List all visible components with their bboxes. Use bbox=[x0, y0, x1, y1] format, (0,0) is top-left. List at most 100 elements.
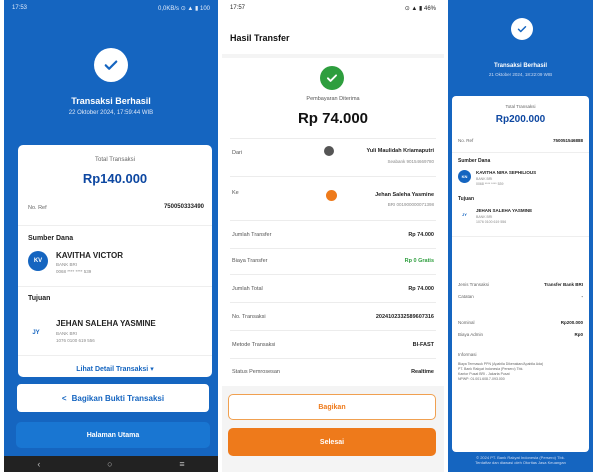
destination-avatar: JY bbox=[458, 208, 471, 221]
row-value: Transfer Bank BRI bbox=[543, 282, 583, 287]
divider bbox=[230, 248, 436, 249]
sender-bank: Seabank 90154669780 bbox=[387, 159, 434, 164]
row-label: Status Pemrosesan bbox=[232, 369, 280, 375]
divider bbox=[230, 358, 436, 359]
recipient-name: Jehan Saleha Yasmine bbox=[375, 192, 434, 198]
source-account: 0068 **** **** 539 bbox=[56, 269, 92, 274]
share-button[interactable]: Bagikan bbox=[228, 394, 436, 420]
status-bar: 17:57 ⊙ ▲ ▮ 46% bbox=[222, 0, 444, 16]
row-label: Metode Transaksi bbox=[232, 342, 276, 348]
destination-name: JEHAN SALEHA YASMINE bbox=[56, 319, 156, 328]
total-amount: Rp200.000 bbox=[495, 114, 546, 125]
row-value: Rp 74.000 bbox=[408, 286, 434, 292]
row-value: Rp 0 Gratis bbox=[404, 258, 434, 264]
divider bbox=[230, 220, 436, 221]
divider bbox=[230, 302, 436, 303]
source-avatar: KN bbox=[458, 170, 471, 183]
ref-value: 750050333490 bbox=[163, 204, 204, 210]
divider bbox=[18, 355, 212, 356]
ref-label: No. Ref bbox=[458, 138, 474, 143]
source-section-title: Sumber Dana bbox=[458, 158, 491, 164]
info-text: Biaya Termasuk PPN (Apabila Dikenakan/Ap… bbox=[458, 362, 544, 381]
source-name: KAVITHA VICTOR bbox=[56, 251, 123, 260]
view-detail-link[interactable]: Lihat Detail Transaksi ▾ bbox=[18, 365, 212, 373]
row-label: Jumlah Transfer bbox=[232, 232, 272, 238]
status-time: 17:57 bbox=[230, 5, 246, 11]
row-label: Biaya Admin bbox=[458, 332, 484, 337]
home-button[interactable]: Halaman Utama bbox=[16, 422, 210, 448]
source-avatar: KV bbox=[28, 251, 48, 271]
divider bbox=[18, 286, 212, 287]
row-label: No. Transaksi bbox=[232, 314, 266, 320]
destination-bank: BANK BRI bbox=[56, 331, 78, 336]
source-bank: BANK BRI bbox=[476, 177, 493, 181]
transfer-result-screen: 17:57 ⊙ ▲ ▮ 46% Hasil Transfer Pembayara… bbox=[222, 0, 444, 472]
share-icon: < bbox=[61, 393, 67, 403]
row-label: Jenis Transaksi bbox=[458, 282, 490, 287]
divider bbox=[230, 274, 436, 275]
status-bar: 17:53 0,0KB/s ⊙ ▲ ▮ 100 bbox=[4, 0, 218, 16]
ref-value: 750051546888 bbox=[552, 138, 583, 143]
source-account: 0068 **** **** 539 bbox=[476, 182, 504, 186]
share-receipt-label: Bagikan Bukti Transaksi bbox=[71, 393, 165, 403]
to-label: Ke bbox=[232, 190, 239, 196]
transaction-success-screen-1: 17:53 0,0KB/s ⊙ ▲ ▮ 100 Transaksi Berhas… bbox=[4, 0, 218, 472]
divider bbox=[230, 138, 436, 139]
divider bbox=[452, 236, 589, 237]
success-check-icon bbox=[320, 66, 344, 90]
row-value: Rp200.000 bbox=[560, 320, 583, 325]
from-label: Dari bbox=[232, 150, 243, 156]
success-check-icon bbox=[94, 48, 128, 82]
destination-avatar: JY bbox=[26, 323, 46, 343]
sender-name: Yuli Maulidah Kriamaputri bbox=[366, 148, 434, 154]
row-value: Rp 74.000 bbox=[408, 232, 434, 238]
transfer-detail-card: Pembayaran Diterima Rp 74.000 Dari Yuli … bbox=[222, 58, 444, 386]
sender-avatar-icon bbox=[324, 146, 334, 156]
recents-icon[interactable]: ≡ bbox=[179, 459, 184, 469]
destination-bank: BANK BRI bbox=[476, 215, 493, 219]
page-title: Transaksi Berhasil bbox=[493, 63, 548, 69]
total-amount: Rp140.000 bbox=[82, 171, 148, 186]
destination-account: 1076 0100 619 556 bbox=[56, 338, 95, 343]
share-receipt-button[interactable]: < Bagikan Bukti Transaksi bbox=[16, 383, 210, 413]
row-value[interactable]: 2024102332589607316 bbox=[376, 314, 434, 320]
transaction-date: 21 Oktober 2024, 18:22:09 WIB bbox=[488, 72, 553, 77]
destination-account: 1076 0100 619 556 bbox=[476, 220, 507, 224]
destination-section-title: Tujuan bbox=[28, 295, 51, 302]
home-icon[interactable]: ○ bbox=[107, 459, 112, 469]
divider bbox=[18, 225, 212, 226]
destination-name: JEHAN SALEHA YASMINE bbox=[476, 208, 533, 213]
transaction-date: 22 Oktober 2024, 17:59:44 WIB bbox=[68, 110, 154, 116]
info-title: Informasi bbox=[458, 352, 477, 357]
recipient-account: BRI 001900000071398 bbox=[387, 202, 434, 207]
page-title: Hasil Transfer bbox=[222, 16, 444, 54]
row-label: Nominal bbox=[458, 320, 475, 325]
page-title: Transaksi Berhasil bbox=[71, 96, 151, 106]
footer-text: © 2024 PT. Bank Rakyat Indonesia (Perser… bbox=[475, 455, 566, 465]
ref-label: No. Ref bbox=[28, 205, 47, 211]
row-label: Biaya Transfer bbox=[232, 258, 268, 264]
destination-section-title: Tujuan bbox=[458, 196, 475, 202]
row-value: Rp0 bbox=[574, 332, 583, 337]
status-time: 17:53 bbox=[12, 5, 28, 11]
row-value: - bbox=[581, 294, 584, 299]
total-label: Total Transaksi bbox=[505, 104, 536, 109]
source-section-title: Sumber Dana bbox=[28, 235, 74, 242]
row-label: Jumlah Total bbox=[232, 286, 263, 292]
source-name: KAVITHA NIRA SEPHILIOUS bbox=[476, 170, 537, 175]
divider bbox=[452, 152, 589, 153]
receipt-card: Total Transaksi Rp200.000 No. Ref 750051… bbox=[452, 96, 589, 452]
status-icons: 0,0KB/s ⊙ ▲ ▮ 100 bbox=[158, 5, 210, 12]
divider bbox=[230, 330, 436, 331]
system-navbar: ‹ ○ ≡ bbox=[4, 456, 218, 472]
done-button[interactable]: Selesai bbox=[228, 428, 436, 456]
row-label: Catatan bbox=[458, 294, 474, 299]
row-value: BI-FAST bbox=[412, 342, 434, 348]
receipt-card: Total Transaksi Rp140.000 No. Ref 750050… bbox=[18, 145, 212, 377]
row-value: Realtime bbox=[411, 369, 434, 375]
back-icon[interactable]: ‹ bbox=[37, 459, 40, 469]
payment-status: Pembayaran Diterima bbox=[306, 96, 360, 102]
status-icons: ⊙ ▲ ▮ 46% bbox=[404, 5, 436, 12]
divider bbox=[230, 176, 436, 177]
source-bank: BANK BRI bbox=[56, 262, 78, 267]
